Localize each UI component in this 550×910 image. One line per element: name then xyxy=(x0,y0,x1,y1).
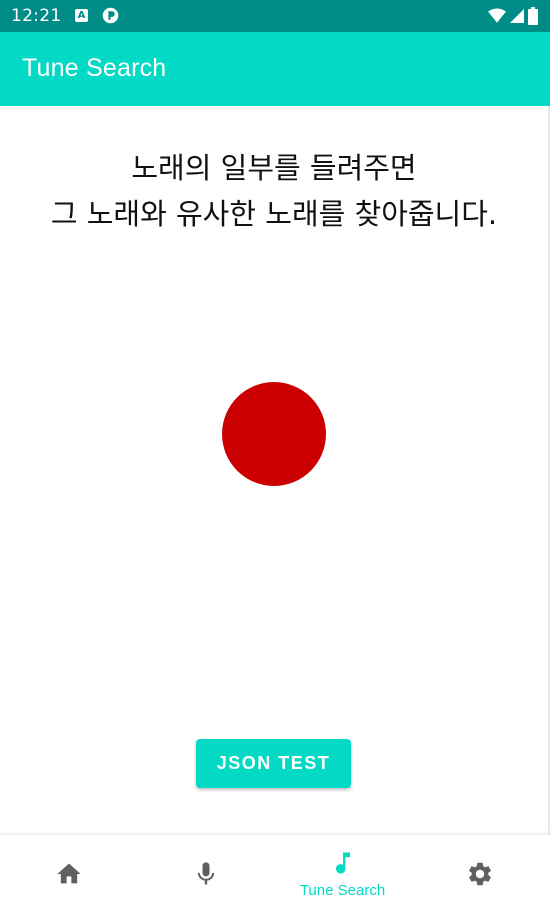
nav-item-home[interactable] xyxy=(0,835,137,910)
screen: 12:21 A Tune Search 노래의 일부를 들려주면 그 노래와 유… xyxy=(0,0,550,910)
cell-signal-icon xyxy=(510,9,524,23)
battery-icon xyxy=(528,7,538,25)
status-time: 12:21 xyxy=(11,6,62,26)
microphone-icon xyxy=(197,862,214,885)
status-right-icons xyxy=(488,6,538,26)
nav-item-microphone[interactable] xyxy=(137,835,274,910)
json-test-button[interactable]: JSON TEST xyxy=(196,739,351,788)
nav-label-tune-search: Tune Search xyxy=(299,882,386,899)
wifi-icon xyxy=(488,8,506,23)
instruction-line-2: 그 노래와 유사한 노래를 찾아줍니다. xyxy=(50,197,498,231)
record-button[interactable] xyxy=(222,382,326,486)
gear-icon xyxy=(468,862,491,886)
notification-r-icon xyxy=(102,7,119,24)
status-bar: 12:21 A xyxy=(0,0,550,32)
app-title: Tune Search xyxy=(22,54,167,82)
app-bar: Tune Search xyxy=(0,32,550,106)
notification-a-icon: A xyxy=(75,9,88,22)
instruction-line-1: 노래의 일부를 들려주면 xyxy=(131,151,417,185)
music-note-icon xyxy=(335,852,350,874)
home-icon xyxy=(56,863,81,884)
instruction-text: 노래의 일부를 들려주면 그 노래와 유사한 노래를 찾아줍니다. xyxy=(0,145,548,237)
nav-item-settings[interactable] xyxy=(411,835,548,910)
bottom-navigation: Tune Search xyxy=(0,834,550,910)
nav-item-tune-search[interactable]: Tune Search xyxy=(274,835,411,910)
